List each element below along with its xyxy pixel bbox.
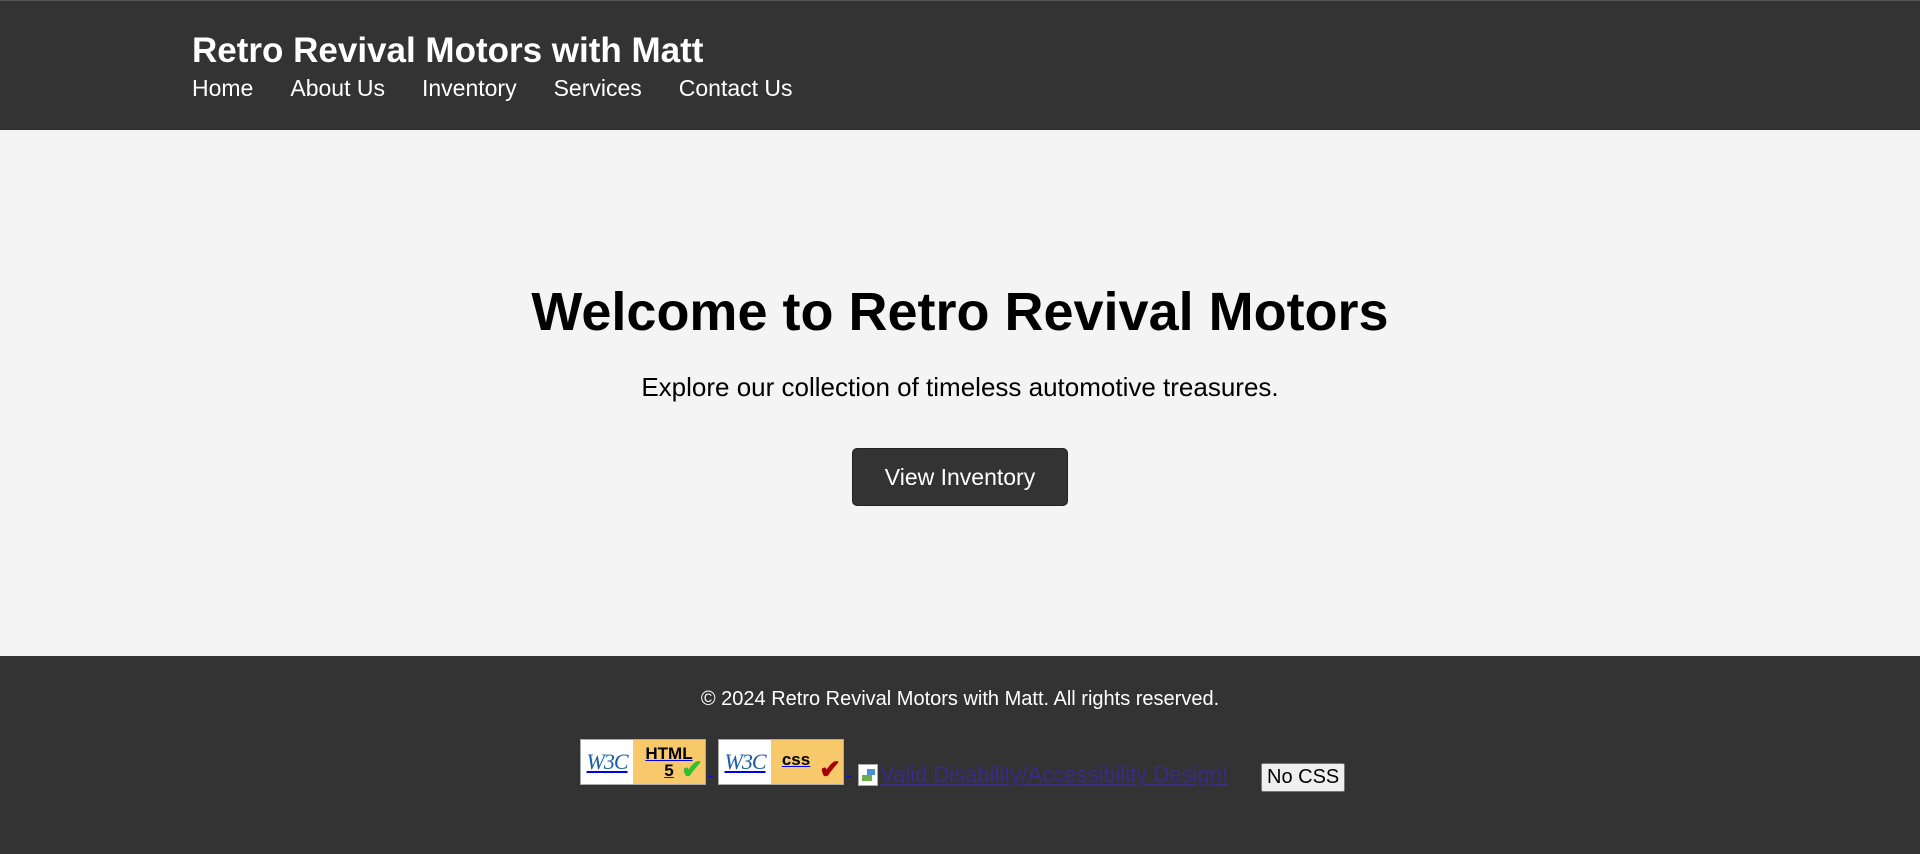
nav-services-link[interactable]: Services xyxy=(554,73,642,103)
link-underline xyxy=(708,775,714,777)
w3c-logo: W3C xyxy=(581,740,633,784)
nav-contact-link[interactable]: Contact Us xyxy=(679,73,793,103)
nav-home-link[interactable]: Home xyxy=(192,73,253,103)
w3c-logo: W3C xyxy=(719,740,771,784)
site-title: Retro Revival Motors with Matt xyxy=(192,31,704,70)
accessibility-badge-alt: Valid Disability/Accessibility Design! xyxy=(880,762,1229,787)
checkmark-icon: ✔ xyxy=(819,754,841,784)
accessibility-badge-link[interactable]: Valid Disability/Accessibility Design! xyxy=(858,762,1228,788)
site-footer: © 2024 Retro Revival Motors with Matt. A… xyxy=(0,656,1920,854)
css-label: css ✔ xyxy=(771,740,843,784)
w3c-html5-badge[interactable]: W3C HTML 5 ✔ xyxy=(580,739,706,785)
hero-heading: Welcome to Retro Revival Motors xyxy=(531,282,1389,342)
nav-about-link[interactable]: About Us xyxy=(290,73,385,103)
copyright-text: © 2024 Retro Revival Motors with Matt. A… xyxy=(700,688,1220,710)
hero-subheading: Explore our collection of timeless autom… xyxy=(641,372,1279,402)
broken-image-icon xyxy=(858,764,878,786)
nav-inventory-link[interactable]: Inventory xyxy=(422,73,517,103)
main-nav: Home About Us Inventory Services Contact… xyxy=(192,73,793,103)
w3c-css-badge[interactable]: W3C css ✔ xyxy=(718,739,844,785)
site-header: Retro Revival Motors with Matt Home Abou… xyxy=(0,0,1920,130)
link-underline xyxy=(846,775,852,777)
hero-section: Welcome to Retro Revival Motors Explore … xyxy=(0,130,1920,656)
html5-label: HTML 5 ✔ xyxy=(633,740,705,784)
no-css-button[interactable]: No CSS xyxy=(1261,763,1346,792)
view-inventory-button[interactable]: View Inventory xyxy=(852,448,1068,506)
checkmark-icon: ✔ xyxy=(681,754,703,784)
